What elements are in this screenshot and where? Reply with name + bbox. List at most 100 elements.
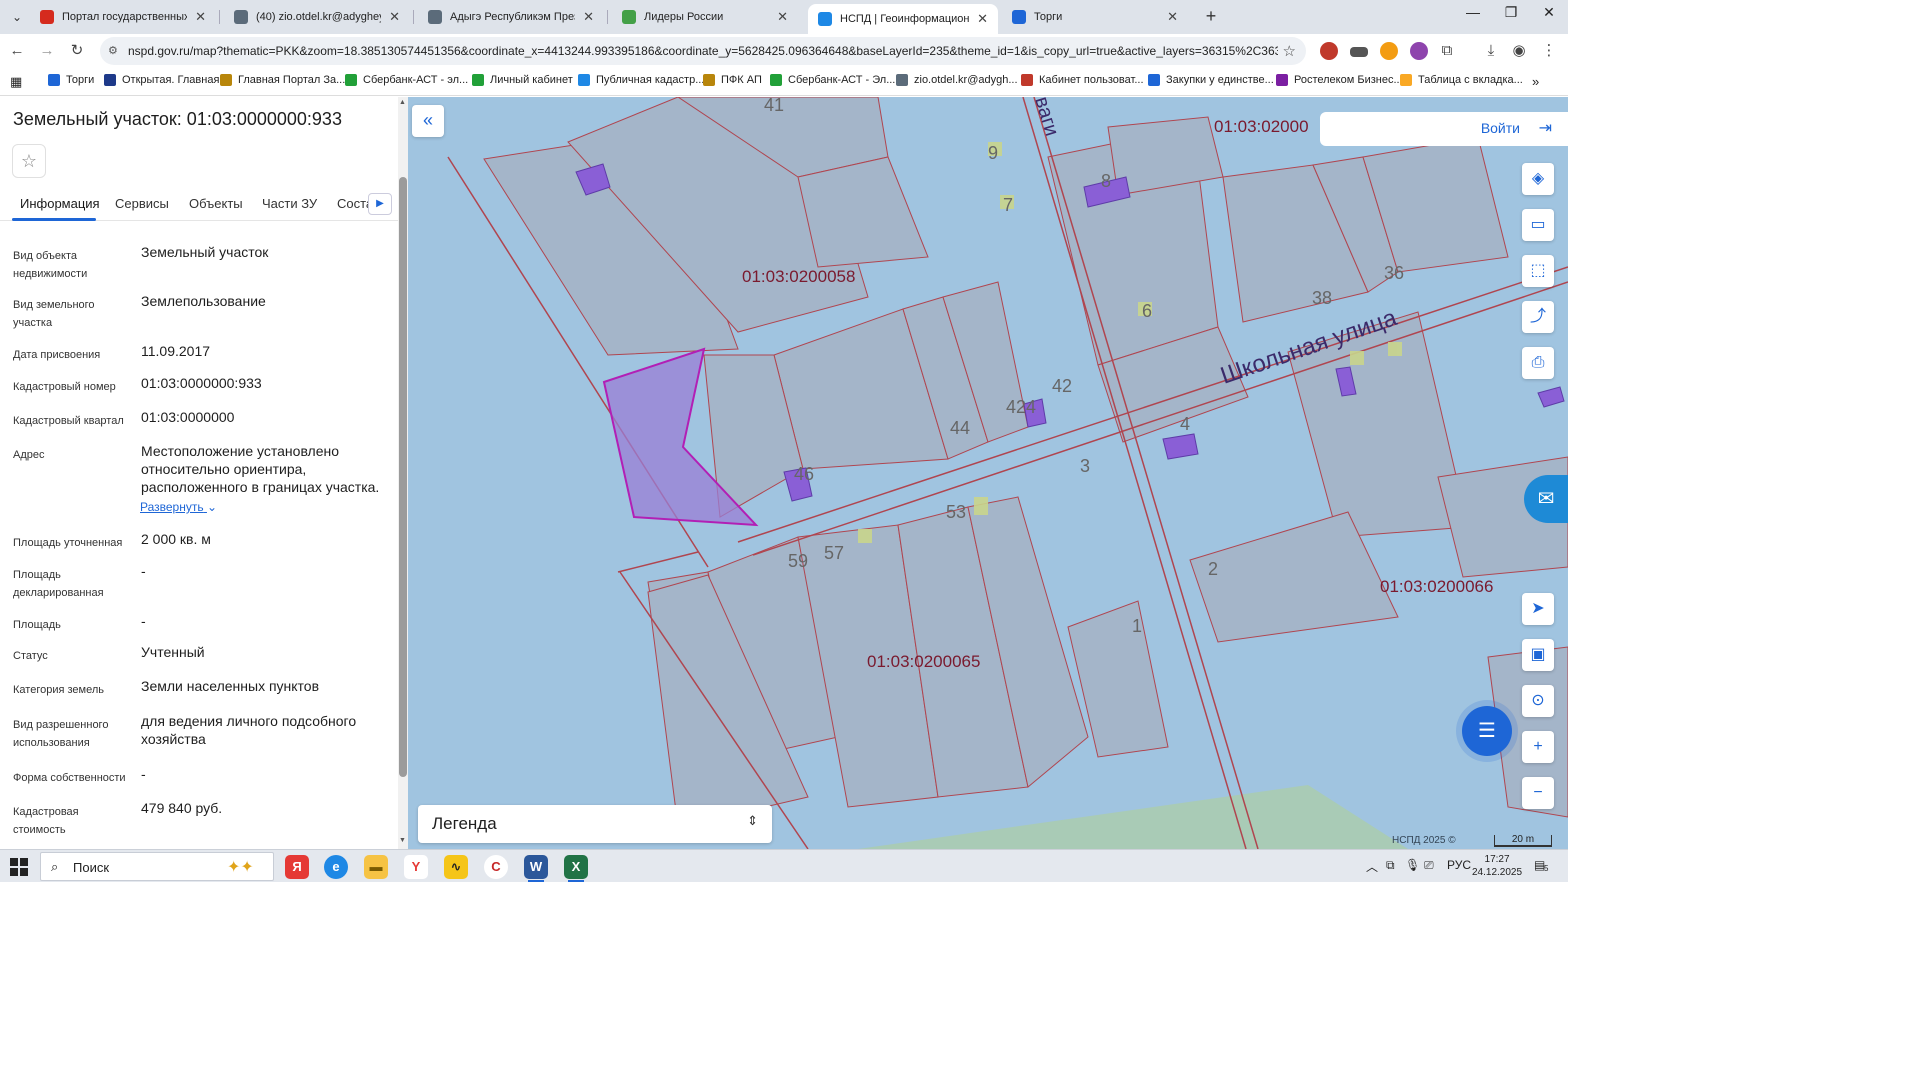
structure: [1350, 351, 1364, 365]
close-tab-icon[interactable]: ✕: [195, 9, 206, 25]
extension-icon[interactable]: [1380, 42, 1398, 60]
yandex-browser-icon[interactable]: Я: [285, 855, 309, 879]
microphone-icon[interactable]: 🎙: [1405, 858, 1420, 872]
close-tab-icon[interactable]: ✕: [777, 9, 788, 25]
share-button[interactable]: ⤴: [1522, 301, 1554, 333]
extension-icon[interactable]: [1320, 42, 1338, 60]
search-location-button[interactable]: ⊙: [1522, 685, 1554, 717]
panel-scrollbar[interactable]: ▲ ▼: [398, 97, 408, 849]
extension-icon[interactable]: [1410, 42, 1428, 60]
chat-button[interactable]: ☰: [1462, 706, 1512, 756]
reload-button[interactable]: ↻: [66, 40, 88, 62]
tab-parts[interactable]: Части ЗУ: [262, 196, 317, 211]
bookmark-favicon-icon: [345, 74, 357, 86]
back-button[interactable]: ←: [6, 40, 28, 62]
forward-button[interactable]: →: [36, 40, 58, 62]
site-info-icon[interactable]: ⚙: [108, 44, 122, 58]
extension-icon[interactable]: [1350, 47, 1368, 57]
edge-icon[interactable]: e: [324, 855, 348, 879]
scroll-down-arrow-icon[interactable]: ▼: [399, 837, 406, 844]
map-canvas[interactable]: 01:03:0200058 01:03:0200065 01:03:020006…: [408, 97, 1568, 849]
scrollbar-thumb[interactable]: [399, 177, 407, 777]
legend-dropdown[interactable]: Легенда ⇕: [418, 805, 772, 843]
apps-grid-icon[interactable]: ▦: [10, 74, 22, 90]
word-icon[interactable]: W: [524, 855, 548, 879]
bookmark-item[interactable]: Закупки у единстве...: [1148, 74, 1274, 86]
restore-button[interactable]: ❐: [1496, 4, 1526, 21]
info-row-value: Земельный участок: [141, 244, 269, 260]
browser-menu-icon[interactable]: ⋮: [1538, 40, 1560, 62]
tab-separator: [413, 10, 414, 24]
ruler-button[interactable]: ▭: [1522, 209, 1554, 241]
bookmarks-overflow-icon[interactable]: »: [1532, 74, 1539, 89]
login-button[interactable]: Войти ⇥: [1320, 112, 1568, 146]
download-icon[interactable]: ⤓: [1480, 40, 1502, 62]
bookmark-item[interactable]: Открытая. Главная: [104, 74, 219, 86]
info-row-value: 2 000 кв. м: [141, 531, 211, 547]
bookmark-item[interactable]: Личный кабинет: [472, 74, 573, 86]
tray-chevron-icon[interactable]: ︿: [1366, 858, 1378, 875]
address-bar[interactable]: ⚙ nspd.gov.ru/map?thematic=PKK&zoom=18.3…: [100, 37, 1306, 65]
browser-tab[interactable]: (40) zio.otdel.kr@adygheya.gov ✕: [224, 4, 410, 30]
geolocation-button[interactable]: ➤: [1522, 593, 1554, 625]
bookmark-item[interactable]: Сбербанк-АСТ - Эл...: [770, 74, 895, 86]
windows-start-icon[interactable]: [10, 858, 28, 876]
profile-icon[interactable]: ◉: [1508, 40, 1530, 62]
object-info-panel: Земельный участок: 01:03:0000000:933 ☆ И…: [0, 97, 408, 849]
minimap-button[interactable]: ▣: [1522, 639, 1554, 671]
browser-tab[interactable]: Адыгэ Республикэм Президе ✕: [418, 4, 604, 30]
tab-objects[interactable]: Объекты: [189, 196, 243, 211]
new-tab-button[interactable]: +: [1200, 6, 1222, 27]
print-button[interactable]: ⎙: [1522, 347, 1554, 379]
bookmark-item[interactable]: ПФК АП: [703, 74, 762, 86]
url-text[interactable]: nspd.gov.ru/map?thematic=PKK&zoom=18.385…: [128, 44, 1278, 58]
close-tab-icon[interactable]: ✕: [389, 9, 400, 25]
close-window-button[interactable]: ✕: [1534, 4, 1564, 21]
tab-information[interactable]: Информация: [20, 196, 100, 211]
close-tab-icon[interactable]: ✕: [977, 11, 988, 27]
minimize-button[interactable]: —: [1458, 4, 1488, 20]
scroll-up-arrow-icon[interactable]: ▲: [399, 99, 406, 106]
bookmark-item[interactable]: Ростелеком Бизнес...: [1276, 74, 1403, 86]
bookmark-star-icon[interactable]: ☆: [1283, 42, 1296, 60]
tab-composition[interactable]: Соста: [337, 196, 369, 211]
house-number: 42: [1052, 376, 1072, 396]
assistant-tab-button[interactable]: ✉: [1524, 475, 1568, 523]
bookmark-item[interactable]: Сбербанк-АСТ - эл...: [345, 74, 468, 86]
close-tab-icon[interactable]: ✕: [583, 9, 594, 25]
bookmark-favicon-icon: [48, 74, 60, 86]
cadastral-map[interactable]: 01:03:0200058 01:03:0200065 01:03:020006…: [408, 97, 1568, 849]
close-tab-icon[interactable]: ✕: [1167, 9, 1178, 25]
zoom-in-button[interactable]: +: [1522, 731, 1554, 763]
tray-app-icon[interactable]: ⧉: [1386, 858, 1395, 873]
language-indicator[interactable]: РУС: [1447, 858, 1471, 872]
tab-services[interactable]: Сервисы: [115, 196, 169, 211]
bookmark-item[interactable]: Главная Портал За...: [220, 74, 345, 86]
collapse-panel-button[interactable]: «: [412, 105, 444, 137]
zoom-out-button[interactable]: −: [1522, 777, 1554, 809]
yandex-icon[interactable]: Y: [404, 855, 428, 879]
network-icon[interactable]: ⎚: [1424, 858, 1434, 873]
layers-button[interactable]: ◈: [1522, 163, 1554, 195]
bookmark-item[interactable]: Торги: [48, 74, 94, 86]
bookmark-item[interactable]: Публичная кадастр...: [578, 74, 704, 86]
app-icon[interactable]: C: [484, 855, 508, 879]
favorite-star-button[interactable]: ☆: [12, 144, 46, 178]
bookmark-item[interactable]: Таблица с вкладка...: [1400, 74, 1523, 86]
extensions-puzzle-icon[interactable]: ⧉: [1436, 40, 1458, 62]
file-explorer-icon[interactable]: ▬: [364, 855, 388, 879]
bookmark-item[interactable]: Кабинет пользоват...: [1021, 74, 1144, 86]
expand-address-link[interactable]: Развернуть ⌄: [140, 500, 217, 514]
clock[interactable]: 17:27 24.12.2025: [1472, 853, 1522, 879]
tab-search-menu[interactable]: ⌄: [6, 6, 28, 28]
browser-tab[interactable]: Лидеры России ✕: [612, 4, 798, 30]
browser-tab[interactable]: НСПД | Геоинформационный ✕: [808, 4, 998, 34]
browser-tab[interactable]: Портал государственных услуг ✕: [30, 4, 216, 30]
browser-tab[interactable]: Торги ✕: [1002, 4, 1188, 30]
select-area-button[interactable]: ⬚: [1522, 255, 1554, 287]
app-icon[interactable]: ∿: [444, 855, 468, 879]
taskbar-search[interactable]: ⌕ Поиск ✦✦: [40, 852, 274, 881]
excel-icon[interactable]: X: [564, 855, 588, 879]
tabs-scroll-right-button[interactable]: ▶: [368, 193, 392, 215]
bookmark-item[interactable]: zio.otdel.kr@adygh...: [896, 74, 1018, 86]
